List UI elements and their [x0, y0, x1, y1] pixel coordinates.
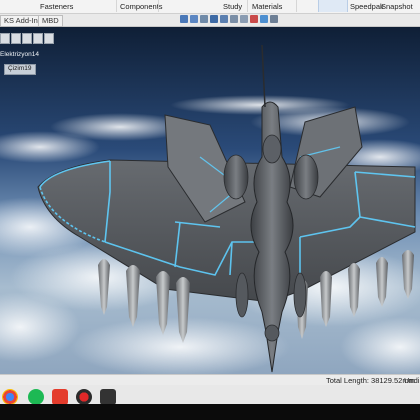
viewport-scene [0, 27, 420, 374]
configuration-manager-icon[interactable] [22, 33, 32, 44]
units-readout[interactable]: Undi [404, 376, 419, 385]
ribbon-divider [158, 0, 159, 12]
view-orientation-icon[interactable] [220, 15, 228, 23]
app-icon[interactable] [52, 389, 68, 405]
scene-icon[interactable] [260, 15, 268, 23]
ribbon-active-tool[interactable] [318, 0, 348, 12]
property-manager-icon[interactable] [11, 33, 21, 44]
ribbon-divider [247, 0, 248, 12]
section-view-icon[interactable] [210, 15, 218, 23]
feature-manager-tabs [0, 33, 54, 44]
feature-item-cizim19[interactable]: Çizim19 [8, 65, 31, 72]
display-style-icon[interactable] [230, 15, 238, 23]
feature-manager-flyout: Elektrizyon14 Çizim19 [0, 27, 54, 87]
heads-up-toolbar [180, 14, 278, 25]
graphics-viewport[interactable] [0, 27, 420, 374]
spotify-icon[interactable] [28, 389, 44, 405]
command-ribbon: Fasteners Components Study Materials Spe… [0, 0, 420, 14]
previous-view-icon[interactable] [200, 15, 208, 23]
ribbon-fasteners[interactable]: Fasteners [40, 3, 73, 11]
view-settings-icon[interactable] [270, 15, 278, 23]
ribbon-divider [116, 0, 117, 12]
feature-item-elektrizyon14[interactable]: Elektrizyon14 [0, 51, 39, 58]
video-editor-icon[interactable] [100, 389, 116, 405]
ribbon-divider [296, 0, 297, 12]
edit-appearance-icon[interactable] [250, 15, 258, 23]
chrome-icon[interactable] [2, 389, 18, 405]
ribbon-speedpak[interactable]: Speedpak [350, 3, 384, 11]
ribbon-snapshot[interactable]: Snapshot [381, 3, 413, 11]
engine-nacelle [293, 154, 319, 200]
zoom-fit-icon[interactable] [180, 15, 188, 23]
cockpit [262, 134, 282, 164]
total-length-readout: Total Length: 38129.52mm [326, 376, 415, 385]
dimxpert-icon[interactable] [33, 33, 43, 44]
taskbar-lower-strip [0, 404, 420, 420]
record-icon[interactable] [76, 389, 92, 405]
tab-mbd[interactable]: MBD [38, 15, 63, 27]
zoom-area-icon[interactable] [190, 15, 198, 23]
feature-tree-icon[interactable] [0, 33, 10, 44]
ribbon-components[interactable]: Components [120, 3, 163, 11]
display-manager-icon[interactable] [44, 33, 54, 44]
engine-nacelle [223, 154, 249, 200]
ribbon-study[interactable]: Study [223, 3, 242, 11]
hide-show-icon[interactable] [240, 15, 248, 23]
ribbon-materials[interactable]: Materials [252, 3, 282, 11]
